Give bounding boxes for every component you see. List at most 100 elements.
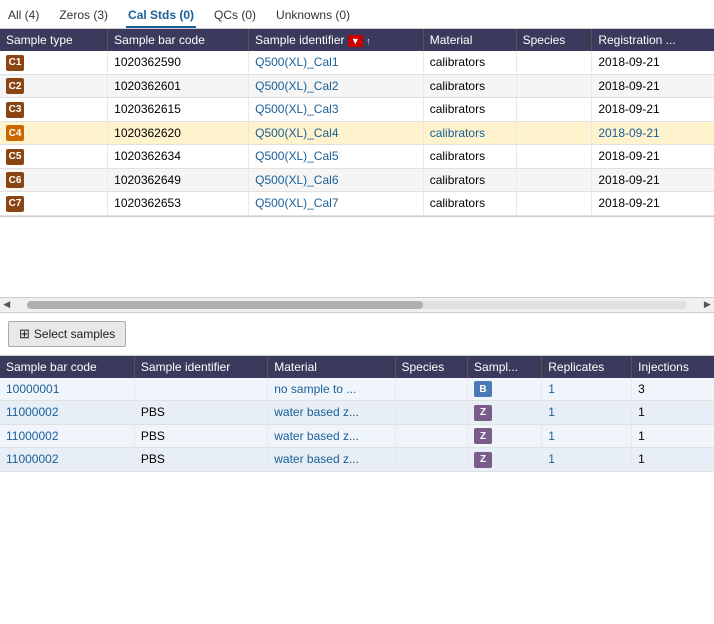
species-cell <box>516 98 592 122</box>
select-samples-row: ⊞ Select samples <box>0 313 714 356</box>
bottom-table-container: Sample bar code Sample identifier Materi… <box>0 356 714 472</box>
bottom-sample-badge-cell: Z <box>468 448 542 472</box>
bottom-replicates-cell: 1 <box>542 378 632 401</box>
registration-cell: 2018-09-21 <box>592 192 714 216</box>
horizontal-scrollbar[interactable]: ◀ ▶ <box>0 297 714 313</box>
sample-type-cell: C3 <box>0 98 108 122</box>
sample-type-cell: C2 <box>0 74 108 98</box>
identifier-cell[interactable]: Q500(XL)_Cal1 <box>249 51 424 74</box>
tab-qcs-(0)[interactable]: QCs (0) <box>212 4 258 28</box>
identifier-cell[interactable]: Q500(XL)_Cal5 <box>249 145 424 169</box>
identifier-cell[interactable]: Q500(XL)_Cal4 <box>249 121 424 145</box>
sample-type-cell: C5 <box>0 145 108 169</box>
bottom-material-cell: water based z... <box>268 424 395 448</box>
table-row[interactable]: 11000002PBSwater based z...Z11 <box>0 448 714 472</box>
scrollbar-track[interactable] <box>27 301 686 309</box>
registration-cell: 2018-09-21 <box>592 74 714 98</box>
identifier-cell[interactable]: Q500(XL)_Cal2 <box>249 74 424 98</box>
bottom-injections-cell: 1 <box>632 401 714 425</box>
species-cell <box>516 145 592 169</box>
bottom-barcode-cell[interactable]: 10000001 <box>0 378 134 401</box>
table-row[interactable]: C51020362634Q500(XL)_Cal5calibrators2018… <box>0 145 714 169</box>
tab-all-(4)[interactable]: All (4) <box>6 4 41 28</box>
bottom-replicates-cell: 1 <box>542 424 632 448</box>
table-row[interactable]: C71020362653Q500(XL)_Cal7calibrators 2018… <box>0 192 714 216</box>
barcode-cell: 1020362653 <box>108 192 249 216</box>
bcol-identifier[interactable]: Sample identifier <box>134 356 267 378</box>
identifier-cell[interactable]: Q500(XL)_Cal7 <box>249 192 424 216</box>
table-row[interactable]: C41020362620Q500(XL)_Cal4calibrators2018… <box>0 121 714 145</box>
col-species[interactable]: Species <box>516 29 592 51</box>
bottom-replicates-cell: 1 <box>542 448 632 472</box>
material-cell: calibrators <box>423 98 516 122</box>
species-cell <box>516 51 592 74</box>
species-cell <box>516 74 592 98</box>
bottom-barcode-cell[interactable]: 11000002 <box>0 424 134 448</box>
barcode-cell: 1020362615 <box>108 98 249 122</box>
material-cell: calibrators <box>423 145 516 169</box>
material-cell: calibrators <box>423 192 516 216</box>
scroll-right-arrow[interactable]: ▶ <box>701 298 714 312</box>
sample-type-cell: C7 <box>0 192 108 216</box>
bcol-material[interactable]: Material <box>268 356 395 378</box>
tab-bar: All (4) Zeros (3) Cal Stds (0) QCs (0) Unkno… <box>0 0 714 29</box>
scroll-left-arrow[interactable]: ◀ <box>0 298 13 312</box>
col-barcode[interactable]: Sample bar code <box>108 29 249 51</box>
empty-area <box>0 217 714 297</box>
select-samples-button[interactable]: ⊞ Select samples <box>8 321 126 347</box>
bottom-species-cell <box>395 401 468 425</box>
table-row[interactable]: 11000002PBSwater based z...Z11 <box>0 401 714 425</box>
table-row[interactable]: C11020362590Q500(XL)_Cal1calibrators2018… <box>0 51 714 74</box>
material-cell: calibrators <box>423 121 516 145</box>
barcode-cell: 1020362634 <box>108 145 249 169</box>
registration-cell: 2018-09-21 <box>592 121 714 145</box>
bottom-injections-cell: 3 <box>632 378 714 401</box>
bottom-material-cell: water based z... <box>268 448 395 472</box>
species-cell <box>516 121 592 145</box>
bottom-species-cell <box>395 424 468 448</box>
tab-cal-stds-(0)[interactable]: Cal Stds (0) <box>126 4 196 28</box>
tab-zeros-(3)[interactable]: Zeros (3) <box>57 4 110 28</box>
sample-type-cell: C4 <box>0 121 108 145</box>
identifier-cell[interactable]: Q500(XL)_Cal3 <box>249 98 424 122</box>
bottom-material-cell: water based z... <box>268 401 395 425</box>
bottom-sample-badge-cell: B <box>468 378 542 401</box>
bcol-species[interactable]: Species <box>395 356 468 378</box>
sample-type-cell: C1 <box>0 51 108 74</box>
select-samples-label: Select samples <box>34 327 115 341</box>
bcol-replicates[interactable]: Replicates <box>542 356 632 378</box>
bottom-table: Sample bar code Sample identifier Materi… <box>0 356 714 472</box>
bottom-barcode-cell[interactable]: 11000002 <box>0 401 134 425</box>
species-cell <box>516 168 592 192</box>
col-identifier[interactable]: Sample identifier ▼ ↑ <box>249 29 424 51</box>
bottom-species-cell <box>395 378 468 401</box>
registration-cell: 2018-09-21 <box>592 51 714 74</box>
bcol-sampl[interactable]: Sampl... <box>468 356 542 378</box>
col-registration[interactable]: Registration ... <box>592 29 714 51</box>
table-row[interactable]: 10000001no sample to ...B13 <box>0 378 714 401</box>
barcode-cell: 1020362590 <box>108 51 249 74</box>
bottom-identifier-cell <box>134 378 267 401</box>
bottom-injections-cell: 1 <box>632 448 714 472</box>
col-material[interactable]: Material <box>423 29 516 51</box>
bottom-table-header: Sample bar code Sample identifier Materi… <box>0 356 714 378</box>
tab-unknowns-(0)[interactable]: Unknowns (0) <box>274 4 352 28</box>
bcol-injections[interactable]: Injections <box>632 356 714 378</box>
bottom-species-cell <box>395 448 468 472</box>
bcol-barcode[interactable]: Sample bar code <box>0 356 134 378</box>
top-table-header: Sample type Sample bar code Sample ident… <box>0 29 714 51</box>
table-row[interactable]: C31020362615Q500(XL)_Cal3calibrators2018… <box>0 98 714 122</box>
table-row[interactable]: C21020362601Q500(XL)_Cal2calibrators2018… <box>0 74 714 98</box>
bottom-identifier-cell: PBS <box>134 448 267 472</box>
identifier-cell[interactable]: Q500(XL)_Cal6 <box>249 168 424 192</box>
table-row[interactable]: 11000002PBSwater based z...Z11 <box>0 424 714 448</box>
table-row[interactable]: C61020362649Q500(XL)_Cal6calibrators2018… <box>0 168 714 192</box>
bottom-identifier-cell: PBS <box>134 401 267 425</box>
col-sample-type[interactable]: Sample type <box>0 29 108 51</box>
material-cell: calibrators <box>423 74 516 98</box>
bottom-barcode-cell[interactable]: 11000002 <box>0 448 134 472</box>
bottom-identifier-cell: PBS <box>134 424 267 448</box>
scrollbar-thumb[interactable] <box>27 301 422 309</box>
species-cell <box>516 192 592 216</box>
barcode-cell: 1020362649 <box>108 168 249 192</box>
